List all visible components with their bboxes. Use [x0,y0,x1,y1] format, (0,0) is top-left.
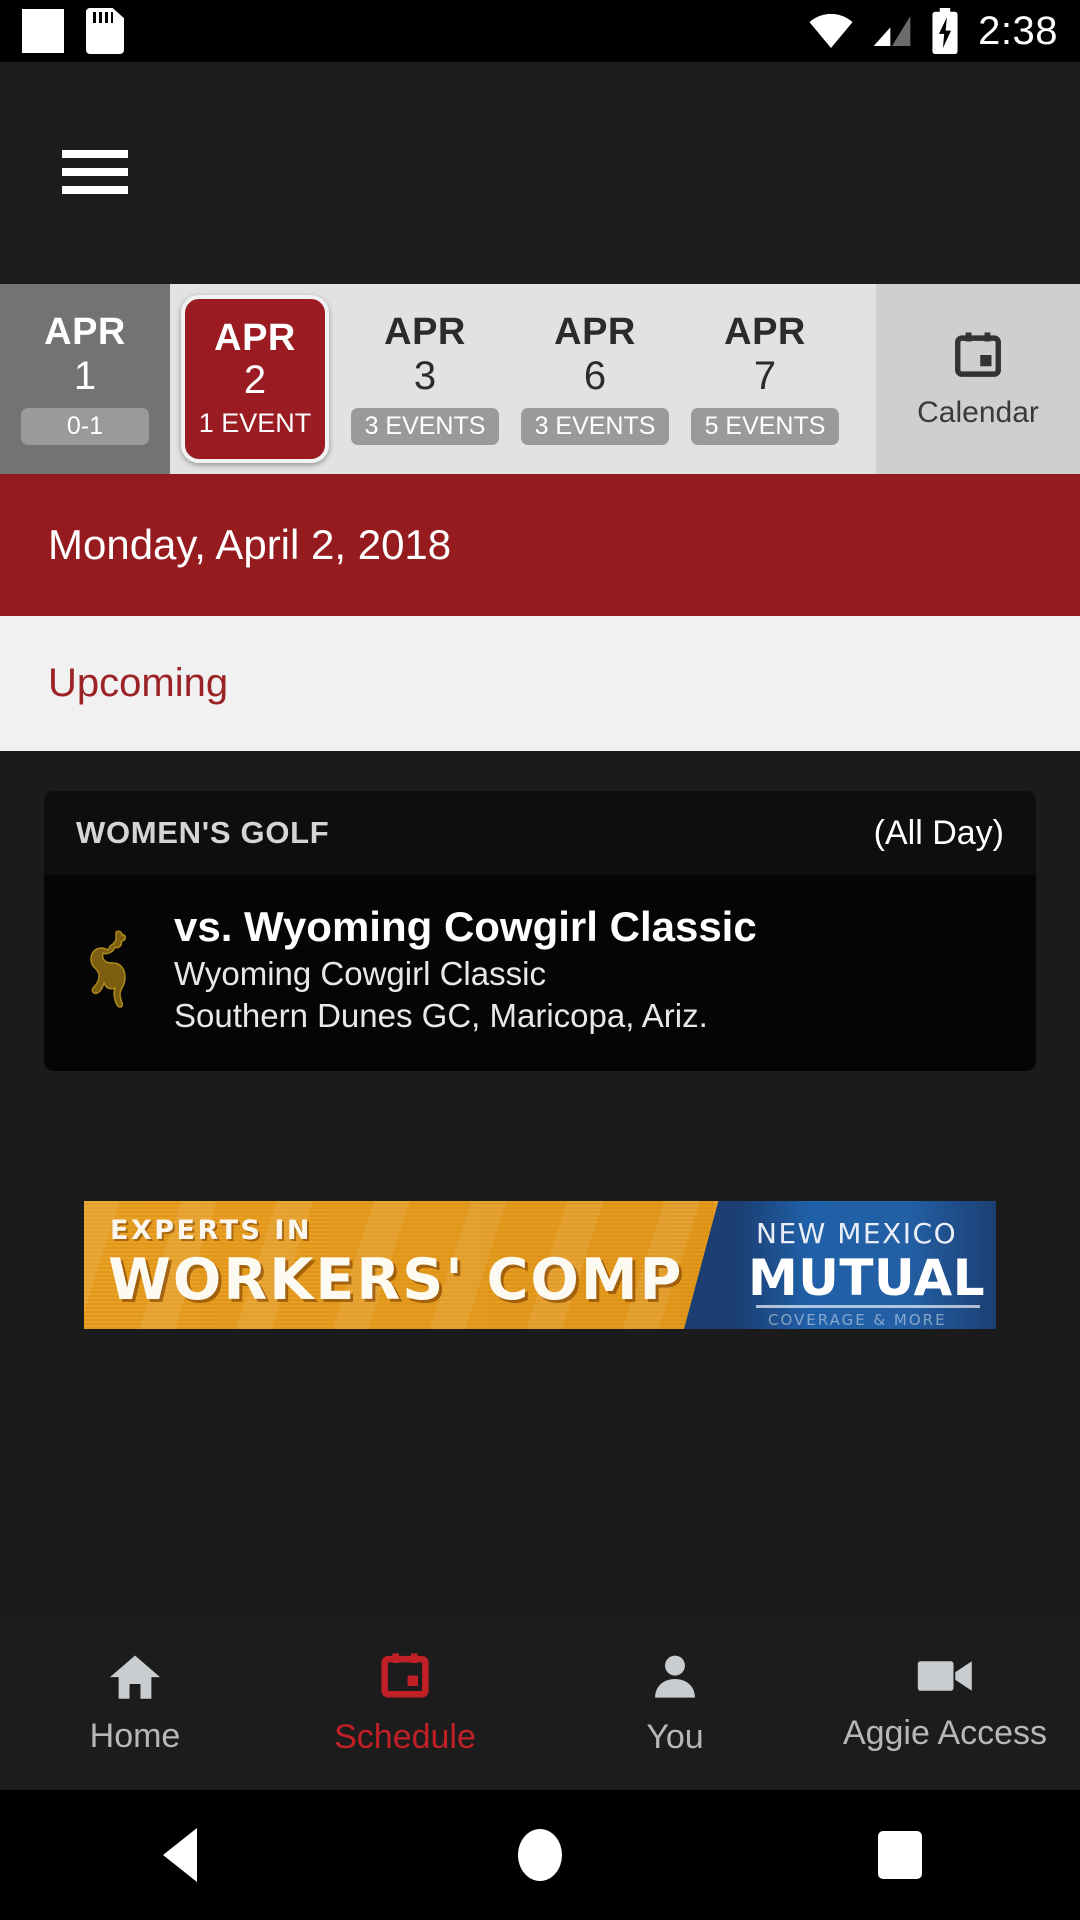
date-tab-day: 6 [583,354,607,399]
ad-headline-small: EXPERTS IN [110,1215,312,1246]
date-strip[interactable]: APR 1 0-1 APR 2 1 EVENT APR 3 3 EVENTS A… [0,284,1080,474]
hamburger-menu-icon[interactable] [62,150,128,194]
blank-notification-icon [22,9,64,53]
status-bar-right-icons: 2:38 [808,8,1058,54]
date-tab-month: APR [384,310,466,353]
sd-card-icon [86,8,124,54]
date-tab-badge: 3 EVENTS [520,408,670,446]
bottom-tab-bar: Home Schedule You Aggie Access [0,1617,1080,1790]
wyoming-bucking-horse-logo [90,930,126,1008]
tab-label: You [646,1718,704,1756]
app-bar [0,62,1080,284]
ad-brand-tagline: COVERAGE & MORE [768,1311,947,1329]
event-details: vs. Wyoming Cowgirl Classic Wyoming Cowg… [174,901,757,1036]
event-card-body: vs. Wyoming Cowgirl Classic Wyoming Cowg… [44,875,1036,1071]
back-triangle-icon[interactable] [120,1790,240,1920]
status-bar-left-icons [22,8,124,54]
battery-charging-icon [932,8,958,54]
tab-label: Home [89,1717,181,1755]
date-tab-month: APR [554,310,636,353]
home-circle-icon[interactable] [480,1790,600,1920]
date-tab-badge: 3 EVENTS [350,408,500,446]
date-tab-month: APR [724,310,806,353]
event-sport-label: WOMEN'S GOLF [76,815,330,850]
tab-aggie-access[interactable]: Aggie Access [810,1654,1080,1753]
calendar-icon [955,332,1001,377]
app-root: 2:38 APR 1 0-1 APR 2 1 EVENT APR 3 3 EVE… [0,0,1080,1920]
calendar-icon [381,1653,429,1698]
ad-brand-line-1: NEW MEXICO [756,1217,958,1250]
date-tab-apr-7[interactable]: APR 7 5 EVENTS [680,284,850,474]
date-tab-badge: 5 EVENTS [690,408,840,446]
android-navigation-bar [0,1790,1080,1920]
date-tab-day: 2 [243,358,267,403]
home-icon [110,1655,160,1699]
tab-you[interactable]: You [540,1650,810,1757]
ad-divider [756,1305,980,1308]
advertisement-banner[interactable]: EXPERTS IN WORKERS' COMP NEW MEXICO MUTU… [84,1201,996,1329]
calendar-button[interactable]: Calendar [876,284,1080,474]
tab-label: Schedule [334,1718,476,1756]
event-card[interactable]: WOMEN'S GOLF (All Day) vs. Wyoming Cowgi… [44,791,1036,1071]
date-tab-day: 7 [753,354,777,399]
date-tab-badge: 1 EVENT [198,408,312,439]
opponent-logo-wrapper [76,926,148,1012]
date-tab-apr-2[interactable]: APR 2 1 EVENT [170,284,340,474]
ad-brand-line-2: MUTUAL [748,1249,986,1307]
event-subtitle-2: Southern Dunes GC, Maricopa, Ariz. [174,996,708,1034]
tab-home[interactable]: Home [0,1651,270,1756]
calendar-button-label: Calendar [917,396,1039,429]
date-tab-day: 3 [413,354,437,399]
date-tab-apr-1[interactable]: APR 1 0-1 [0,284,170,474]
date-tab-month: APR [44,310,126,353]
recents-square-icon[interactable] [840,1790,960,1920]
date-tab-day: 1 [73,354,97,399]
date-tab-apr-3[interactable]: APR 3 3 EVENTS [340,284,510,474]
status-bar: 2:38 [0,0,1080,62]
event-title: vs. Wyoming Cowgirl Classic [174,903,757,951]
date-tab-apr-6[interactable]: APR 6 3 EVENTS [510,284,680,474]
ad-headline-large: WORKERS' COMP [108,1247,684,1313]
tab-schedule[interactable]: Schedule [270,1650,540,1757]
selected-date-text: Monday, April 2, 2018 [48,521,452,568]
wifi-icon [809,14,853,48]
schedule-content: WOMEN'S GOLF (All Day) vs. Wyoming Cowgi… [0,751,1080,1617]
event-subtitle-1: Wyoming Cowgirl Classic [174,954,546,992]
date-tab-badge: 0-1 [21,408,149,446]
selected-date-header: Monday, April 2, 2018 [0,474,1080,616]
video-camera-icon [917,1661,972,1691]
status-bar-clock: 2:38 [978,8,1058,53]
event-card-header: WOMEN'S GOLF (All Day) [44,791,1036,875]
section-header-upcoming: Upcoming [0,616,1080,751]
person-icon [655,1655,695,1698]
date-tab-month: APR [214,316,296,359]
event-time-label: (All Day) [873,813,1004,852]
section-title: Upcoming [48,661,229,705]
cell-signal-icon [873,16,911,46]
tab-label: Aggie Access [842,1714,1048,1752]
